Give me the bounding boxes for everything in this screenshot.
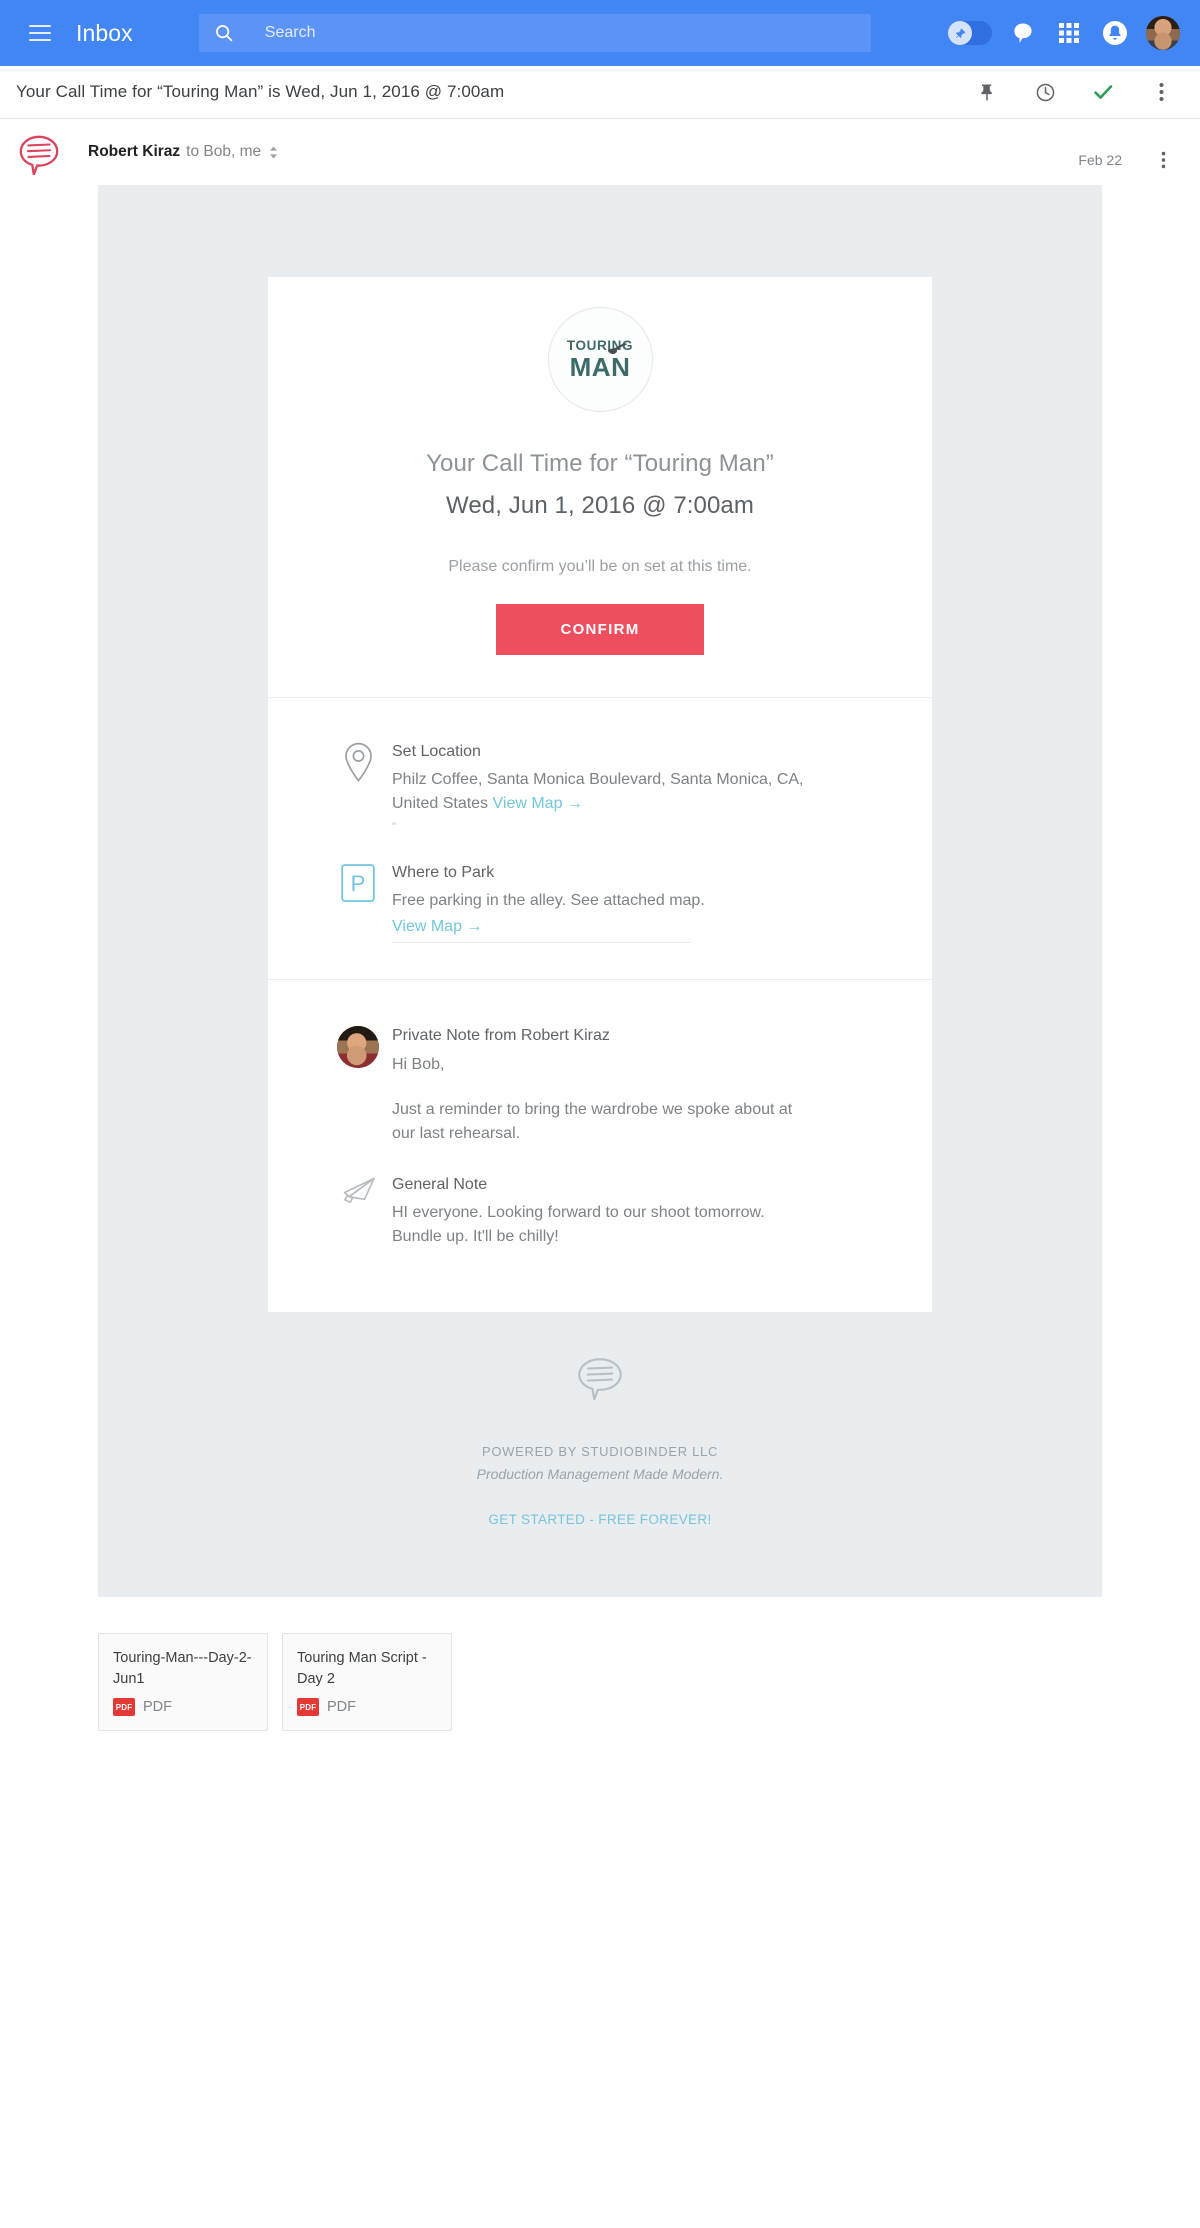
- avatar-image: [337, 1026, 379, 1069]
- top-bar-actions: [948, 16, 1184, 50]
- pin-icon[interactable]: [974, 79, 1000, 105]
- map-pin-icon: [330, 740, 386, 783]
- hamburger-icon[interactable]: [18, 11, 62, 55]
- view-map-link[interactable]: View Map →: [493, 795, 583, 812]
- more-options-icon[interactable]: [1148, 145, 1178, 175]
- info-row-set-location: Set Location Philz Coffee, Santa Monica …: [330, 740, 932, 833]
- info-body: General Note HI everyone. Looking forwar…: [386, 1173, 816, 1248]
- recipients-label: to Bob, me: [186, 143, 262, 160]
- chat-bubble-icon[interactable]: [1008, 18, 1038, 48]
- studiobinder-bubble-logo: [578, 1358, 622, 1401]
- logistics-section: Set Location Philz Coffee, Santa Monica …: [268, 698, 932, 981]
- note-greeting: Hi Bob,: [392, 1055, 445, 1073]
- info-title: Set Location: [392, 743, 481, 760]
- info-body: Private Note from Robert Kiraz Hi Bob, J…: [386, 1024, 816, 1145]
- subject-bar: Your Call Time for “Touring Man” is Wed,…: [0, 66, 1200, 119]
- email-headline-date: Wed, Jun 1, 2016 @ 7:00am: [446, 492, 754, 519]
- info-title: General Note: [392, 1176, 488, 1194]
- park-link-row: View Map →: [392, 915, 705, 944]
- info-title: Where to Park: [392, 864, 495, 882]
- info-footnote: ": [392, 821, 396, 834]
- attachment-name: Touring Man Script - Day 2: [297, 1650, 427, 1687]
- subject-actions: [974, 79, 1178, 105]
- info-row-general-note: General Note HI everyone. Looking forwar…: [330, 1173, 932, 1248]
- info-row-where-to-park: P Where to Park Free parking in the alle…: [330, 861, 932, 944]
- expand-details-icon[interactable]: [269, 146, 278, 159]
- attachment-type-row: PDF PDF: [297, 1698, 437, 1730]
- location-address: Philz Coffee, Santa Monica Boulevard, Sa…: [392, 771, 804, 812]
- pdf-icon: PDF: [297, 1698, 319, 1717]
- footer-powered-by: POWERED BY STUDIOBINDER LLC: [481, 1444, 719, 1460]
- more-options-icon[interactable]: [1148, 79, 1174, 105]
- info-body: Where to Park Free parking in the alley.…: [386, 861, 705, 944]
- info-title: Private Note from Robert Kiraz: [392, 1027, 610, 1045]
- megaphone-icon: [330, 1173, 386, 1207]
- email-hero-section: TOURING MAN Your Call Time for “Touring …: [268, 277, 932, 698]
- snooze-clock-icon[interactable]: [1032, 79, 1058, 105]
- footer-tagline: Production Management Made Modern.: [476, 1466, 724, 1483]
- guitar-icon: [607, 342, 628, 355]
- parking-p-icon: P: [330, 861, 386, 903]
- account-avatar[interactable]: [1146, 16, 1180, 50]
- attachment-type-row: PDF PDF: [113, 1698, 253, 1730]
- sender-photo-avatar: [330, 1024, 386, 1069]
- get-started-link[interactable]: GET STARTED - FREE FOREVER!: [98, 1512, 1102, 1527]
- sender-name: Robert Kiraz: [88, 143, 181, 160]
- note-body: HI everyone. Looking forward to our shoo…: [392, 1204, 765, 1245]
- app-top-bar: Inbox: [0, 0, 1200, 66]
- email-card: TOURING MAN Your Call Time for “Touring …: [268, 277, 932, 1313]
- apps-grid-icon[interactable]: [1054, 18, 1084, 48]
- info-body: Set Location Philz Coffee, Santa Monica …: [386, 740, 816, 833]
- confirm-button[interactable]: CONFIRM: [496, 604, 704, 655]
- confirm-prompt: Please confirm you’ll be on set at this …: [448, 558, 752, 575]
- app-title: Inbox: [76, 19, 133, 46]
- view-map-link[interactable]: View Map →: [392, 915, 692, 944]
- logo-line-2: MAN: [569, 352, 631, 383]
- email-footer: POWERED BY STUDIOBINDER LLC Production M…: [98, 1312, 1102, 1597]
- email-body-canvas: TOURING MAN Your Call Time for “Touring …: [98, 185, 1102, 1598]
- attachment-type: PDF: [143, 1699, 172, 1716]
- message-header-right: Feb 22: [1078, 135, 1178, 175]
- svg-text:P: P: [351, 871, 366, 896]
- bell-icon[interactable]: [1100, 18, 1130, 48]
- pdf-icon: PDF: [113, 1698, 135, 1717]
- search-bar[interactable]: [198, 14, 871, 52]
- info-text: Free parking in the alley. See attached …: [392, 892, 705, 910]
- search-icon: [215, 25, 233, 42]
- search-input[interactable]: [264, 24, 857, 42]
- notes-section: Private Note from Robert Kiraz Hi Bob, J…: [268, 980, 932, 1312]
- attachment-type: PDF: [327, 1699, 356, 1716]
- info-text: Philz Coffee, Santa Monica Boulevard, Sa…: [392, 768, 816, 815]
- message-date: Feb 22: [1078, 152, 1122, 168]
- pin-toggle[interactable]: [948, 21, 992, 45]
- attachment-card[interactable]: Touring-Man---Day-2-Jun1 PDF PDF: [98, 1633, 268, 1732]
- note-body: Just a reminder to bring the wardrobe we…: [392, 1101, 793, 1142]
- avatar: [337, 1026, 379, 1069]
- message-header: Robert Kiraz to Bob, me Feb 22: [0, 119, 1200, 176]
- attachment-card[interactable]: Touring Man Script - Day 2 PDF PDF: [282, 1633, 452, 1732]
- page-title: Your Call Time for “Touring Man” is Wed,…: [16, 82, 505, 101]
- studiobinder-bubble-logo: [19, 135, 59, 176]
- done-check-icon[interactable]: [1090, 79, 1116, 105]
- info-row-private-note: Private Note from Robert Kiraz Hi Bob, J…: [330, 1024, 932, 1145]
- attachment-name: Touring-Man---Day-2-Jun1: [113, 1650, 252, 1687]
- email-headline: Your Call Time for “Touring Man”: [426, 450, 774, 477]
- pin-icon: [948, 21, 972, 45]
- avatar-image: [1146, 16, 1180, 50]
- sender-line: Robert Kiraz to Bob, me: [88, 135, 278, 161]
- attachments-list: Touring-Man---Day-2-Jun1 PDF PDF Touring…: [0, 1597, 1200, 1772]
- touring-man-logo: TOURING MAN: [547, 307, 653, 412]
